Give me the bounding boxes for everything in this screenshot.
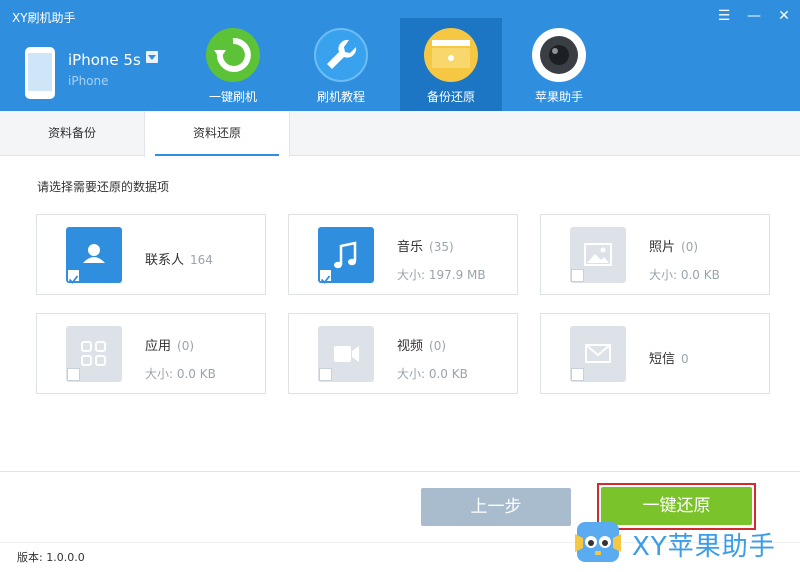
phone-icon xyxy=(25,47,55,99)
item-video[interactable]: 视频 (0) 大小: 0.0 KB xyxy=(288,313,518,394)
tab-restore[interactable]: 资料还原 xyxy=(144,111,290,157)
prev-button[interactable]: 上一步 xyxy=(421,488,571,526)
checkbox[interactable] xyxy=(67,368,80,381)
header-bar: XY刷机助手 ☰ — ✕ iPhone 5s iPhone 一键刷机 刷机教程 xyxy=(0,0,800,111)
refresh-icon xyxy=(206,28,260,82)
close-icon[interactable]: ✕ xyxy=(772,4,796,28)
nav-backup-restore[interactable]: 备份还原 xyxy=(400,18,502,111)
item-name: 应用 (0) xyxy=(145,339,195,354)
version-label: 版本: 1.0.0.0 xyxy=(17,551,85,564)
wrench-icon xyxy=(314,28,368,82)
checkbox[interactable] xyxy=(67,269,80,284)
item-count: 0 xyxy=(681,352,689,366)
item-name: 音乐 (35) xyxy=(397,240,454,255)
item-size: 大小: 197.9 MB xyxy=(397,268,486,282)
camera-icon xyxy=(532,28,586,82)
item-name: 视频 (0) xyxy=(397,339,447,354)
brand-name: XY苹果助手 xyxy=(632,532,776,562)
item-name: 照片 (0) xyxy=(649,240,699,255)
nav-flash[interactable]: 一键刷机 xyxy=(182,18,284,111)
checkbox[interactable] xyxy=(571,368,584,381)
item-contacts[interactable]: 联系人 164 xyxy=(36,214,266,295)
nav-label: 备份还原 xyxy=(426,90,475,104)
checkbox[interactable] xyxy=(571,269,584,282)
app-title: XY刷机助手 xyxy=(12,11,76,25)
footer-divider xyxy=(0,471,800,472)
item-name: 短信 0 xyxy=(649,352,689,367)
item-photos[interactable]: 照片 (0) 大小: 0.0 KB xyxy=(540,214,770,295)
nav-apple-helper[interactable]: 苹果助手 xyxy=(508,18,610,111)
tab-backup[interactable]: 资料备份 xyxy=(0,111,144,156)
item-size: 大小: 0.0 KB xyxy=(649,268,720,282)
folder-icon xyxy=(424,28,478,82)
item-count: (35) xyxy=(429,240,454,254)
item-size: 大小: 0.0 KB xyxy=(145,367,216,381)
item-apps[interactable]: 应用 (0) 大小: 0.0 KB xyxy=(36,313,266,394)
checkbox[interactable] xyxy=(319,368,332,381)
device-type: iPhone xyxy=(68,74,109,88)
item-count: (0) xyxy=(429,339,447,353)
item-count: (0) xyxy=(681,240,699,254)
nav-label: 一键刷机 xyxy=(208,90,257,104)
checkbox[interactable] xyxy=(319,269,332,284)
device-name: iPhone 5s xyxy=(68,51,141,69)
item-count: 164 xyxy=(190,253,213,267)
item-name: 联系人 164 xyxy=(145,253,213,268)
brand-logo-icon xyxy=(575,518,625,566)
nav-tutorial[interactable]: 刷机教程 xyxy=(290,18,392,111)
nav-label: 刷机教程 xyxy=(316,90,365,104)
menu-icon[interactable]: ☰ xyxy=(712,4,736,28)
instruction-text: 请选择需要还原的数据项 xyxy=(37,180,170,194)
nav-label: 苹果助手 xyxy=(534,90,583,104)
tab-bar: 资料备份 资料还原 xyxy=(0,111,800,157)
item-count: (0) xyxy=(177,339,195,353)
item-sms[interactable]: 短信 0 xyxy=(540,313,770,394)
device-dropdown-icon[interactable] xyxy=(146,51,158,63)
item-music[interactable]: 音乐 (35) 大小: 197.9 MB xyxy=(288,214,518,295)
item-size: 大小: 0.0 KB xyxy=(397,367,468,381)
minimize-icon[interactable]: — xyxy=(742,4,766,28)
